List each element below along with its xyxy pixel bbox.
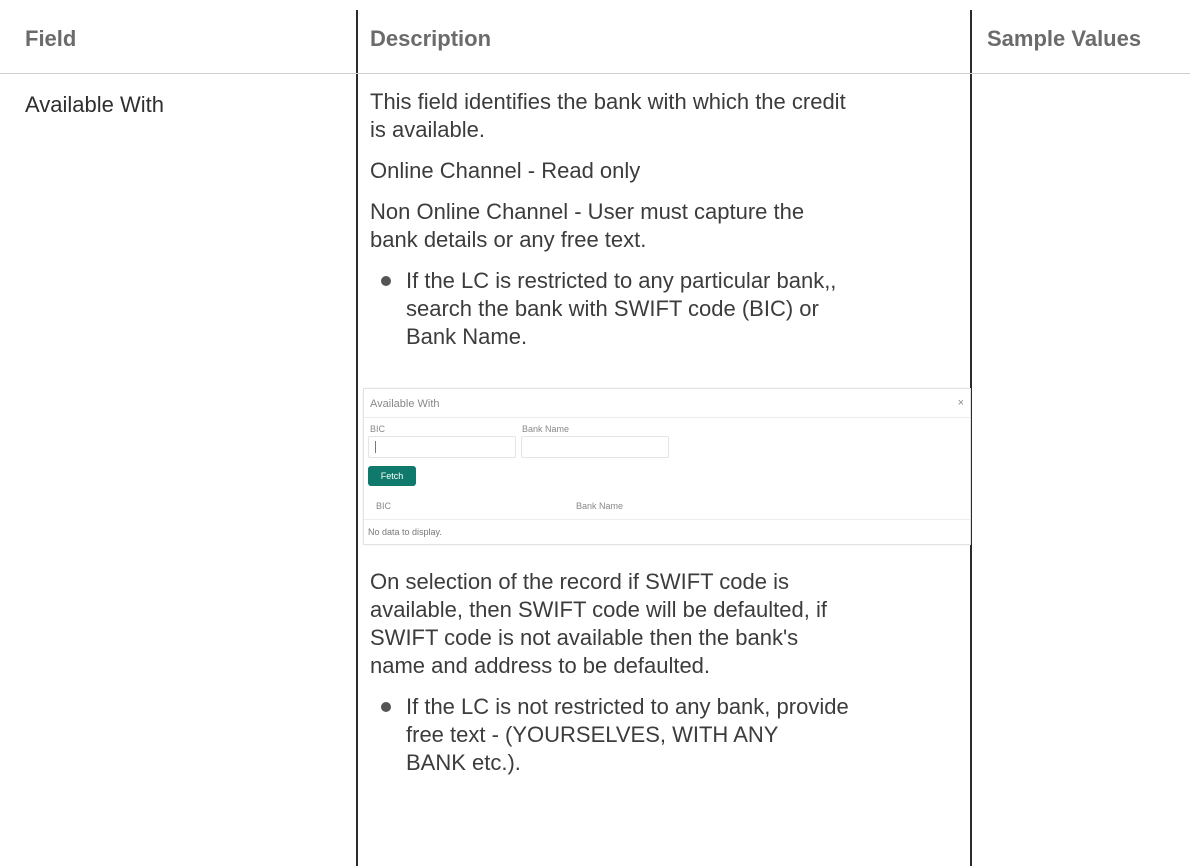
column-header-bank-name[interactable]: Bank Name (576, 501, 623, 511)
field-name: Available With (25, 92, 164, 117)
bank-name-input[interactable] (521, 436, 669, 458)
header-description: Description (370, 26, 492, 51)
description-bottom: On selection of the record if SWIFT code… (370, 568, 970, 777)
dialog-title: Available With (370, 398, 440, 410)
bullet-icon (381, 702, 391, 712)
desc-paragraph-3: Non Online Channel - User must capture t… (370, 199, 805, 252)
available-with-dialog: Available With × BIC Bank Name Fetch BIC… (363, 388, 971, 545)
bank-name-label: Bank Name (522, 424, 570, 434)
bic-label: BIC (370, 424, 386, 434)
dialog-divider (364, 417, 970, 418)
header-rule (0, 73, 1190, 74)
column-divider-1 (356, 10, 358, 866)
bullet-icon (381, 276, 391, 286)
fetch-button[interactable]: Fetch (368, 466, 416, 486)
bic-input[interactable] (368, 436, 516, 458)
column-header-bic[interactable]: BIC (376, 501, 391, 511)
description-top: This field identifies the bank with whic… (370, 88, 970, 351)
desc-paragraph-2: Online Channel - Read only (370, 158, 641, 183)
desc-bullet-1: If the LC is restricted to any particula… (376, 267, 970, 351)
header-sample-values: Sample Values (987, 26, 1142, 51)
header-field: Field (25, 26, 77, 51)
desc-paragraph-4: On selection of the record if SWIFT code… (370, 569, 827, 678)
desc-bullet-2: If the LC is not restricted to any bank,… (376, 693, 970, 777)
text-caret (375, 441, 376, 453)
no-data-message: No data to display. (368, 527, 442, 537)
desc-paragraph-1: This field identifies the bank with whic… (370, 89, 846, 142)
table-header-divider (364, 519, 970, 520)
close-icon[interactable]: × (958, 397, 964, 409)
